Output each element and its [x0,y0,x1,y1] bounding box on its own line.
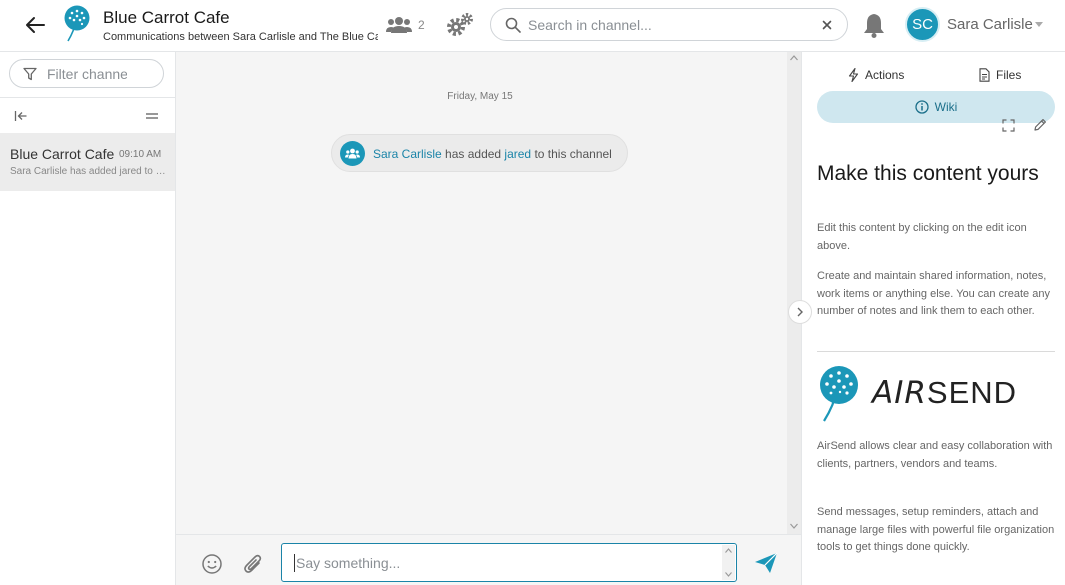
smiley-icon[interactable] [201,553,223,575]
wiki-paragraph: Edit this content by clicking on the edi… [817,222,1027,252]
gears-icon[interactable] [446,12,474,38]
paperclip-icon[interactable] [242,552,264,576]
collapse-left-icon[interactable] [14,109,28,123]
event-actor-link[interactable]: Sara Carlisle [373,147,442,161]
event-target-link[interactable]: jared [504,147,531,161]
users-icon [386,17,412,33]
fullscreen-icon[interactable] [1002,119,1015,132]
channel-logo-icon [64,5,90,42]
tab-files[interactable]: Files [979,68,1021,82]
wiki-paragraph: AirSend allows clear and easy collaborat… [817,440,1053,470]
app-header: Blue Carrot Cafe Communications between … [0,0,1065,52]
members-button[interactable]: 2 [386,13,425,37]
chat-scrollbar[interactable] [787,52,801,534]
tab-wiki-label: Wiki [934,100,958,114]
members-count: 2 [418,18,425,32]
info-icon [915,100,929,114]
date-separator: Friday, May 15 [447,91,513,102]
channel-list-item[interactable]: Blue Carrot Cafe 09:10 AM Sara Carlisle … [0,133,175,191]
channel-item-preview: Sara Carlisle has added jared to this ch… [10,166,166,177]
chat-area: Friday, May 15 Sara Carlisle has added j… [176,52,787,534]
tab-files-label: Files [996,68,1022,82]
toggle-right-panel-button[interactable] [788,300,812,324]
filter-input[interactable] [47,65,127,83]
bolt-icon [848,68,859,82]
user-name[interactable]: Sara Carlisle [947,16,1033,33]
channel-item-name: Blue Carrot Cafe [10,146,115,162]
wordmark-air: AIR [872,375,927,411]
chevron-right-icon [797,307,803,317]
event-verb: has added [441,147,505,161]
wordmark-send: SEND [926,375,1018,410]
system-event-message: Sara Carlisle has added jared to this ch… [331,134,628,172]
airsend-logo-icon [820,366,858,422]
message-box [281,543,737,582]
wiki-title: Make this content yours [817,162,1039,185]
event-suffix: to this channel [531,147,612,161]
tab-wiki[interactable]: Wiki [817,91,1055,123]
funnel-icon [23,67,37,81]
tab-actions-label: Actions [865,68,905,82]
right-panel: Actions Files Wiki Make this content you… [801,52,1065,585]
list-toolbar [0,97,175,133]
bell-icon[interactable] [862,12,886,38]
message-composer [176,534,801,585]
wiki-paragraph: Send messages, setup reminders, attach a… [817,506,1055,553]
scroll-down-icon[interactable] [790,523,798,529]
event-text: Sara Carlisle has added jared to this ch… [373,147,612,161]
divider [817,351,1055,352]
scroll-down-icon[interactable] [725,572,732,577]
close-icon[interactable] [819,17,835,33]
back-button[interactable] [22,12,48,38]
scroll-up-icon[interactable] [790,55,798,61]
scroll-up-icon[interactable] [725,548,732,553]
wiki-paragraph: Create and maintain shared information, … [817,270,1050,317]
menu-icon[interactable] [145,110,159,122]
document-icon [979,68,990,82]
arrow-left-icon [26,17,45,33]
message-scrollbar[interactable] [722,545,735,580]
tab-actions[interactable]: Actions [848,68,904,82]
chevron-down-icon[interactable] [1035,22,1043,28]
filter-box [9,59,164,88]
airsend-wordmark: AIRSEND [872,375,1017,411]
group-event-icon [340,141,365,166]
avatar[interactable]: SC [905,7,940,42]
send-icon[interactable] [754,552,778,574]
search-box [490,8,848,41]
message-input[interactable] [294,554,694,572]
channel-subtitle: Communications between Sara Carlisle and… [103,31,378,43]
channel-title: Blue Carrot Cafe [103,8,230,27]
channel-item-time: 09:10 AM [119,149,162,160]
channel-list-panel: Blue Carrot Cafe 09:10 AM Sara Carlisle … [0,52,176,585]
pencil-icon[interactable] [1033,118,1047,132]
search-icon [505,17,521,33]
search-input[interactable] [528,15,808,35]
